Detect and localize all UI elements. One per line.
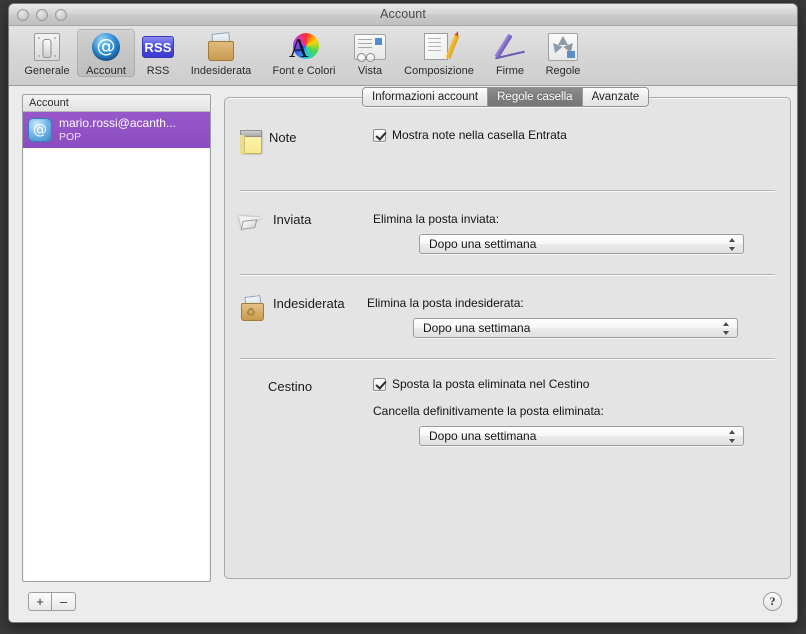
window-titlebar: Account [9, 4, 797, 26]
switch-icon [20, 31, 74, 63]
signature-pen-icon [488, 31, 532, 63]
help-button[interactable]: ? [763, 592, 782, 611]
toolbar-label-account: Account [86, 65, 126, 77]
preferences-toolbar: Generale @ Account RSS RSS Indesiderata … [9, 26, 797, 86]
trash-erase-label: Cancella definitivamente la posta elimin… [373, 404, 604, 418]
accounts-list-header: Account [23, 95, 210, 112]
preferences-window: Account Generale @ Account RSS RSS Indes… [8, 3, 798, 623]
toolbar-item-composizione[interactable]: Composizione [393, 29, 485, 77]
at-sign-icon: @ [28, 118, 52, 142]
section-inviata: Inviata Elimina la posta inviata: Dopo u… [225, 210, 790, 254]
list-item[interactable]: @ mario.rossi@acanth... POP [23, 112, 210, 148]
section-indesiderata: ♻ Indesiderata Elimina la posta indeside… [225, 294, 790, 338]
font-color-wheel-icon: A [264, 31, 344, 63]
toolbar-label-generale: Generale [24, 65, 70, 77]
accounts-list[interactable]: Account @ mario.rossi@acanth... POP [22, 94, 211, 582]
move-deleted-to-trash-checkbox[interactable]: Sposta la posta eliminata nel Cestino [373, 377, 775, 391]
section-label-note: Note [269, 130, 297, 145]
window-body: Account @ mario.rossi@acanth... POP + – … [9, 86, 797, 622]
junk-delete-popup-value: Dopo una settimana [423, 321, 531, 335]
tab-bar: Informazioni account Regole casella Avan… [362, 87, 650, 107]
sent-delete-label: Elimina la posta inviata: [373, 212, 500, 226]
checkbox-label: Mostra note nella casella Entrata [392, 128, 567, 142]
sent-delete-popup-value: Dopo una settimana [429, 237, 537, 251]
toolbar-item-account[interactable]: @ Account [77, 29, 135, 77]
add-account-button[interactable]: + [28, 592, 52, 611]
account-add-remove-group: + – [28, 592, 76, 611]
mailbox-behaviors-pane: Note Mostra note nella casella Entrata I… [224, 97, 791, 579]
checkbox-indicator [373, 128, 386, 142]
toolbar-item-indesiderata[interactable]: Indesiderata [181, 29, 261, 77]
toolbar-item-generale[interactable]: Generale [17, 29, 77, 77]
section-note: Note Mostra note nella casella Entrata [225, 128, 790, 154]
junk-bin-icon: ♻ [240, 295, 266, 321]
compose-pencil-icon [396, 31, 482, 63]
checkbox-indicator [373, 377, 386, 391]
sent-delete-popup[interactable]: Dopo una settimana [419, 234, 744, 254]
tab-avanzate[interactable]: Avanzate [582, 88, 649, 106]
view-glasses-icon [350, 31, 390, 63]
junk-bin-icon [184, 31, 258, 63]
paper-plane-icon [238, 210, 266, 234]
chevron-updown-icon [729, 238, 736, 252]
section-label-cestino: Cestino [268, 379, 313, 394]
trash-erase-popup[interactable]: Dopo una settimana [419, 426, 744, 446]
toolbar-item-rss[interactable]: RSS RSS [135, 29, 181, 77]
toolbar-label-rss: RSS [146, 65, 170, 77]
chevron-updown-icon [723, 322, 730, 336]
at-sign-icon: @ [80, 31, 132, 63]
tab-regole-casella[interactable]: Regole casella [488, 88, 583, 106]
tab-informazioni-account[interactable]: Informazioni account [363, 88, 489, 106]
toolbar-item-vista[interactable]: Vista [347, 29, 393, 77]
toolbar-label-firme: Firme [495, 65, 525, 77]
section-cestino: Cestino Sposta la posta eliminata nel Ce… [225, 377, 790, 446]
toolbar-label-indesiderata: Indesiderata [190, 65, 252, 77]
show-notes-in-inbox-checkbox[interactable]: Mostra note nella casella Entrata [373, 128, 775, 142]
window-title: Account [380, 7, 426, 21]
toolbar-label-composizione: Composizione [404, 65, 474, 77]
account-type: POP [59, 130, 82, 143]
toolbar-item-font-e-colori[interactable]: A Font e Colori [261, 29, 347, 77]
toolbar-label-font-e-colori: Font e Colori [272, 65, 336, 77]
remove-account-button[interactable]: – [52, 592, 76, 611]
section-label-indesiderata: Indesiderata [273, 296, 345, 311]
toolbar-label-regole: Regole [545, 65, 581, 77]
junk-delete-label: Elimina la posta indesiderata: [367, 296, 524, 310]
rules-arrows-icon [538, 31, 588, 63]
section-label-inviata: Inviata [273, 212, 312, 227]
junk-delete-popup[interactable]: Dopo una settimana [413, 318, 738, 338]
rss-icon: RSS [138, 31, 178, 63]
checkbox-label: Sposta la posta eliminata nel Cestino [392, 377, 590, 391]
trash-erase-popup-value: Dopo una settimana [429, 429, 537, 443]
notepad-icon [240, 130, 262, 154]
toolbar-label-vista: Vista [357, 65, 383, 77]
toolbar-item-regole[interactable]: Regole [535, 29, 591, 77]
chevron-updown-icon [729, 430, 736, 444]
toolbar-item-firme[interactable]: Firme [485, 29, 535, 77]
account-name: mario.rossi@acanth... [59, 117, 176, 131]
